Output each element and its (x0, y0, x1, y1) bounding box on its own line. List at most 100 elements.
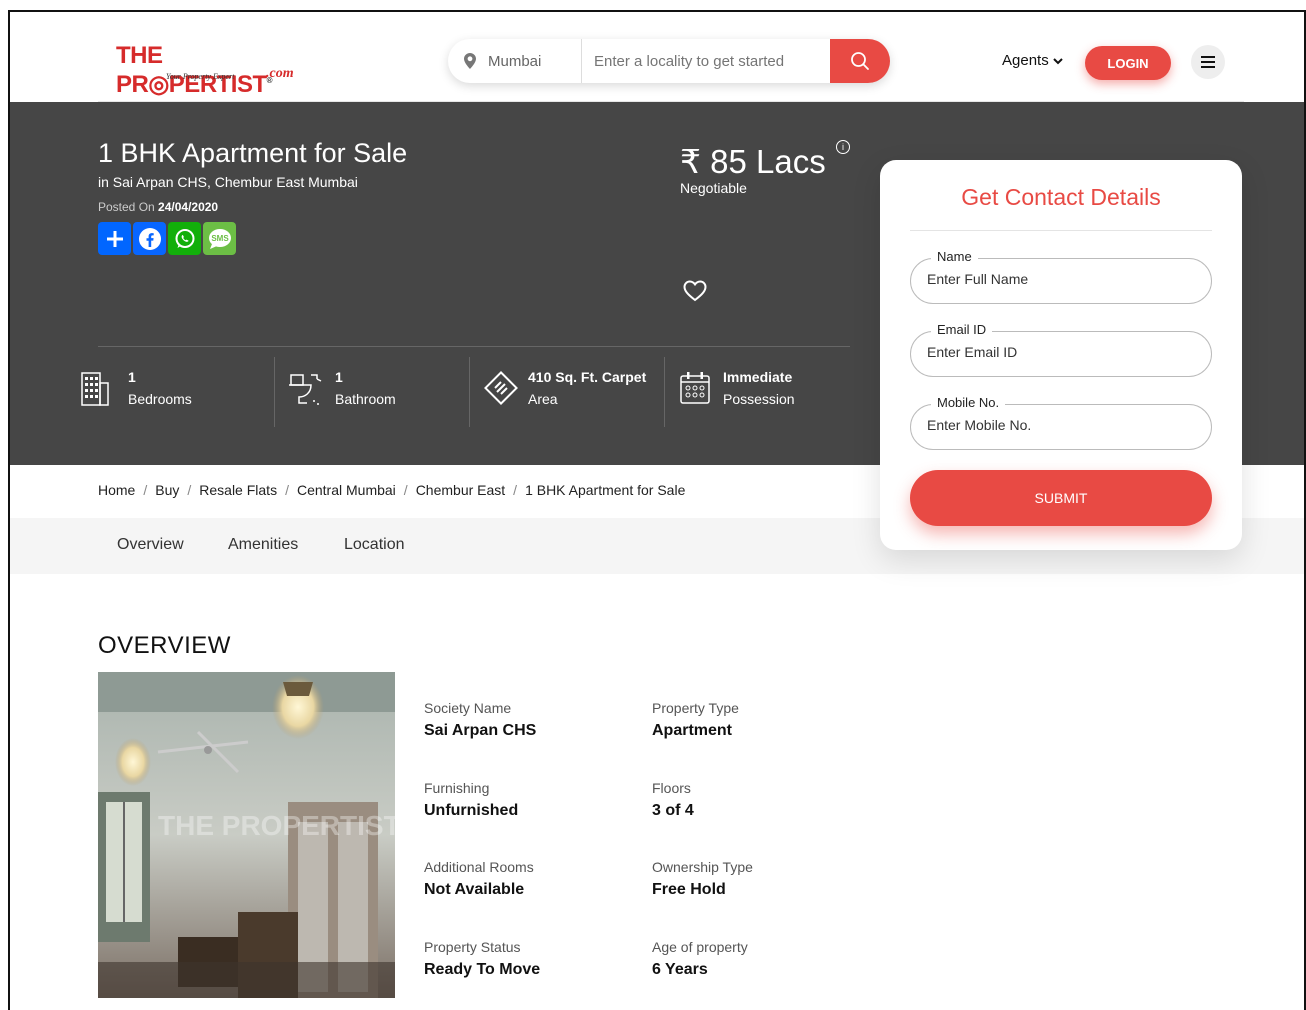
tab-amenities[interactable]: Amenities (228, 536, 298, 554)
favorite-button[interactable] (683, 280, 707, 307)
spec-bedrooms-value: 1 (128, 369, 136, 385)
breadcrumb-separator: / (403, 482, 408, 498)
tab-overview[interactable]: Overview (117, 536, 184, 554)
spec-bathroom: 1 Bathroom (275, 357, 470, 427)
hamburger-icon (1201, 56, 1215, 68)
detail-key: Society Name (424, 700, 512, 716)
contact-form-title: Get Contact Details (961, 184, 1161, 210)
hamburger-menu-button[interactable] (1191, 45, 1225, 79)
posted-prefix: Posted On (98, 200, 159, 214)
search-bar: Mumbai (448, 39, 890, 83)
spec-possession: Immediate Possession (665, 357, 860, 427)
email-field: Email ID (910, 322, 1212, 377)
breadcrumb-separator: / (513, 482, 518, 498)
agents-dropdown[interactable]: Agents (1002, 52, 1063, 69)
spec-area: 410 Sq. Ft. Carpet Area (470, 357, 665, 427)
email-input[interactable] (927, 344, 1197, 360)
detail-property-type: Property Type Apartment (652, 700, 872, 740)
detail-ownership-type: Ownership Type Free Hold (652, 859, 872, 899)
breadcrumb: Home / Buy / Resale Flats / Central Mumbai /… (98, 482, 685, 498)
share-whatsapp-button[interactable] (168, 222, 201, 255)
breadcrumb-chembur-east[interactable]: Chembur East (416, 482, 505, 498)
detail-furnishing: Furnishing Unfurnished (424, 780, 644, 820)
detail-value: Ready To Move (424, 961, 541, 978)
mobile-field: Mobile No. (910, 395, 1212, 450)
detail-value: Apartment (652, 722, 733, 739)
breadcrumb-home[interactable]: Home (98, 482, 135, 498)
spec-bathroom-label: Bathroom (335, 391, 396, 407)
sms-icon: SMS (208, 228, 231, 249)
email-field-label: Email ID (931, 322, 993, 337)
detail-society-name: Society Name Sai Arpan CHS (424, 700, 644, 740)
calendar-icon (680, 372, 710, 404)
detail-age-of-property: Age of property 6 Years (652, 939, 872, 979)
spec-bathroom-value: 1 (335, 369, 343, 385)
property-photo[interactable]: THE PROPERTIST (98, 672, 395, 998)
spec-bedrooms: 1 Bedrooms (80, 357, 275, 427)
name-field: Name (910, 249, 1212, 304)
breadcrumb-separator: / (187, 482, 192, 498)
breadcrumb-separator: / (143, 482, 148, 498)
share-add-button[interactable] (98, 222, 131, 255)
tab-location[interactable]: Location (344, 536, 405, 554)
detail-key: Age of property (652, 939, 748, 955)
detail-key: Floors (652, 780, 691, 796)
posted-date-value: 24/04/2020 (158, 200, 219, 214)
detail-property-status: Property Status Ready To Move (424, 939, 644, 979)
detail-value: Unfurnished (424, 802, 519, 819)
overview-heading: OVERVIEW (98, 632, 231, 659)
detail-key: Property Status (424, 939, 521, 955)
detail-key: Ownership Type (652, 859, 753, 875)
posted-date: Posted On 24/04/2020 (98, 200, 218, 214)
property-title: 1 BHK Apartment for Sale (98, 138, 408, 168)
whatsapp-icon (175, 228, 194, 248)
property-specs: 1 Bedrooms 1 Bathroom 410 Sq. Ft. Carpet… (80, 357, 860, 427)
breadcrumb-separator: / (285, 482, 289, 498)
spec-area-label: Area (528, 391, 558, 407)
site-header: THE PR◎PERTIST® Your Property Expert .co… (10, 12, 1304, 102)
detail-value: Not Available (424, 881, 525, 898)
chevron-down-icon (1052, 57, 1063, 64)
spec-possession-label: Possession (723, 391, 795, 407)
city-label: Mumbai (488, 52, 542, 70)
locality-search-input[interactable] (582, 39, 830, 83)
login-button[interactable]: LOGIN (1085, 46, 1171, 80)
room-image: THE PROPERTIST (98, 672, 395, 998)
detail-key: Property Type (652, 700, 739, 716)
detail-floors: Floors 3 of 4 (652, 780, 872, 820)
detail-value: Sai Arpan CHS (424, 722, 537, 739)
city-selector[interactable]: Mumbai (448, 39, 582, 83)
building-icon (81, 372, 109, 406)
logo-com: .com (266, 66, 294, 81)
page-frame: THE PR◎PERTIST® Your Property Expert .co… (8, 10, 1306, 1010)
search-button[interactable] (830, 39, 890, 83)
share-sms-button[interactable]: SMS (203, 222, 236, 255)
watermark-text: THE PROPERTIST (158, 810, 395, 841)
plus-icon (106, 230, 123, 247)
contact-form-card: Get Contact Details Name Email ID Mobile… (880, 160, 1242, 550)
breadcrumb-buy[interactable]: Buy (155, 482, 179, 498)
share-facebook-button[interactable] (133, 222, 166, 255)
agents-label: Agents (1002, 52, 1049, 69)
breadcrumb-central-mumbai[interactable]: Central Mumbai (297, 482, 396, 498)
breadcrumb-current: 1 BHK Apartment for Sale (525, 482, 686, 498)
svg-text:SMS: SMS (211, 234, 229, 243)
price-negotiable-label: Negotiable (680, 180, 747, 196)
spec-possession-value: Immediate (723, 369, 793, 385)
site-logo[interactable]: THE PR◎PERTIST® Your Property Expert .co… (116, 42, 316, 98)
spec-bedrooms-label: Bedrooms (128, 391, 192, 407)
name-input[interactable] (927, 271, 1197, 287)
spec-area-value: 410 Sq. Ft. Carpet (528, 369, 647, 385)
price-info-icon[interactable]: i (836, 140, 850, 154)
detail-key: Furnishing (424, 780, 490, 796)
submit-button[interactable]: SUBMIT (910, 470, 1212, 526)
detail-value: 3 of 4 (652, 802, 694, 819)
detail-key: Additional Rooms (424, 859, 534, 875)
name-field-label: Name (931, 249, 978, 264)
breadcrumb-resale-flats[interactable]: Resale Flats (199, 482, 277, 498)
facebook-icon (138, 227, 161, 250)
heart-icon (683, 280, 707, 302)
mobile-input[interactable] (927, 417, 1197, 433)
toilet-icon (289, 374, 322, 405)
share-buttons: SMS (98, 222, 236, 255)
